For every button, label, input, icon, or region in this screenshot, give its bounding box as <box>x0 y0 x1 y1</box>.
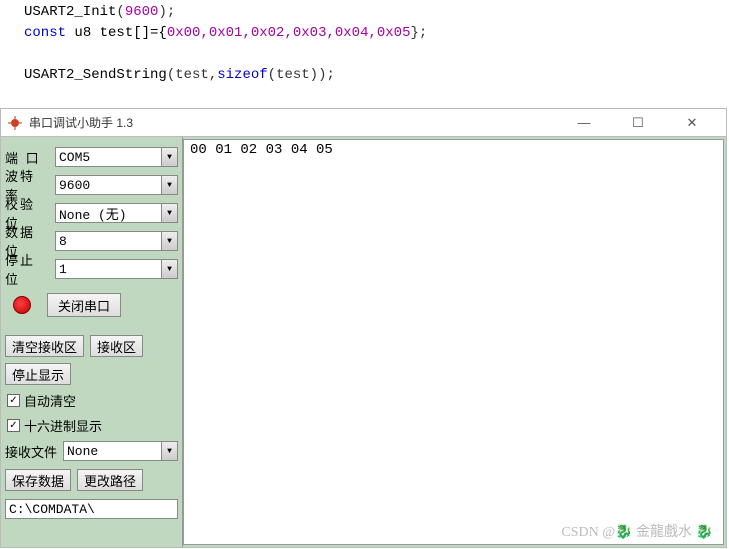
status-led-icon <box>13 296 31 314</box>
port-combo[interactable]: COM5▼ <box>55 147 178 167</box>
settings-panel: 端 口 COM5▼ 波特率 9600▼ 校验位 None (无)▼ 数据位 8▼… <box>1 137 183 547</box>
baud-combo[interactable]: 9600▼ <box>55 175 178 195</box>
dropdown-icon[interactable]: ▼ <box>161 232 177 250</box>
receive-text-area[interactable]: 00 01 02 03 04 05 <box>183 139 724 545</box>
window-title: 串口调试小助手 1.3 <box>29 114 566 131</box>
auto-clear-checkbox[interactable] <box>7 394 20 407</box>
serial-debug-window: 串口调试小助手 1.3 — ☐ ✕ 端 口 COM5▼ 波特率 9600▼ 校验… <box>0 108 727 548</box>
dropdown-icon[interactable]: ▼ <box>161 148 177 166</box>
minimize-button[interactable]: — <box>566 112 602 134</box>
close-port-button[interactable]: 关闭串口 <box>47 293 121 317</box>
app-icon <box>7 115 23 131</box>
dropdown-icon[interactable]: ▼ <box>161 260 177 278</box>
dropdown-icon[interactable]: ▼ <box>161 176 177 194</box>
rx-file-combo[interactable]: None▼ <box>63 441 178 461</box>
port-label: 端 口 <box>5 148 49 167</box>
stopbits-label: 停止位 <box>5 250 49 288</box>
rx-area-button[interactable]: 接收区 <box>90 335 143 357</box>
dropdown-icon[interactable]: ▼ <box>161 204 177 222</box>
code-snippet: USART2_Init(9600); const u8 test[]={0x00… <box>0 0 729 94</box>
dropdown-icon[interactable]: ▼ <box>161 442 177 460</box>
watermark: CSDN @🐉 金龍戲水 🐉 <box>561 521 713 541</box>
path-display: C:\COMDATA\ <box>5 499 178 519</box>
databits-combo[interactable]: 8▼ <box>55 231 178 251</box>
hex-display-label: 十六进制显示 <box>24 416 102 435</box>
stopbits-combo[interactable]: 1▼ <box>55 259 178 279</box>
auto-clear-label: 自动清空 <box>24 391 76 410</box>
maximize-button[interactable]: ☐ <box>620 112 656 134</box>
clear-rx-button[interactable]: 清空接收区 <box>5 335 84 357</box>
hex-display-checkbox[interactable] <box>7 419 20 432</box>
change-path-button[interactable]: 更改路径 <box>77 469 143 491</box>
save-data-button[interactable]: 保存数据 <box>5 469 71 491</box>
titlebar[interactable]: 串口调试小助手 1.3 — ☐ ✕ <box>1 109 726 137</box>
received-data: 00 01 02 03 04 05 <box>190 142 333 158</box>
stop-display-button[interactable]: 停止显示 <box>5 363 71 385</box>
rx-file-label: 接收文件 <box>5 442 57 461</box>
close-button[interactable]: ✕ <box>674 112 710 134</box>
parity-combo[interactable]: None (无)▼ <box>55 203 178 223</box>
